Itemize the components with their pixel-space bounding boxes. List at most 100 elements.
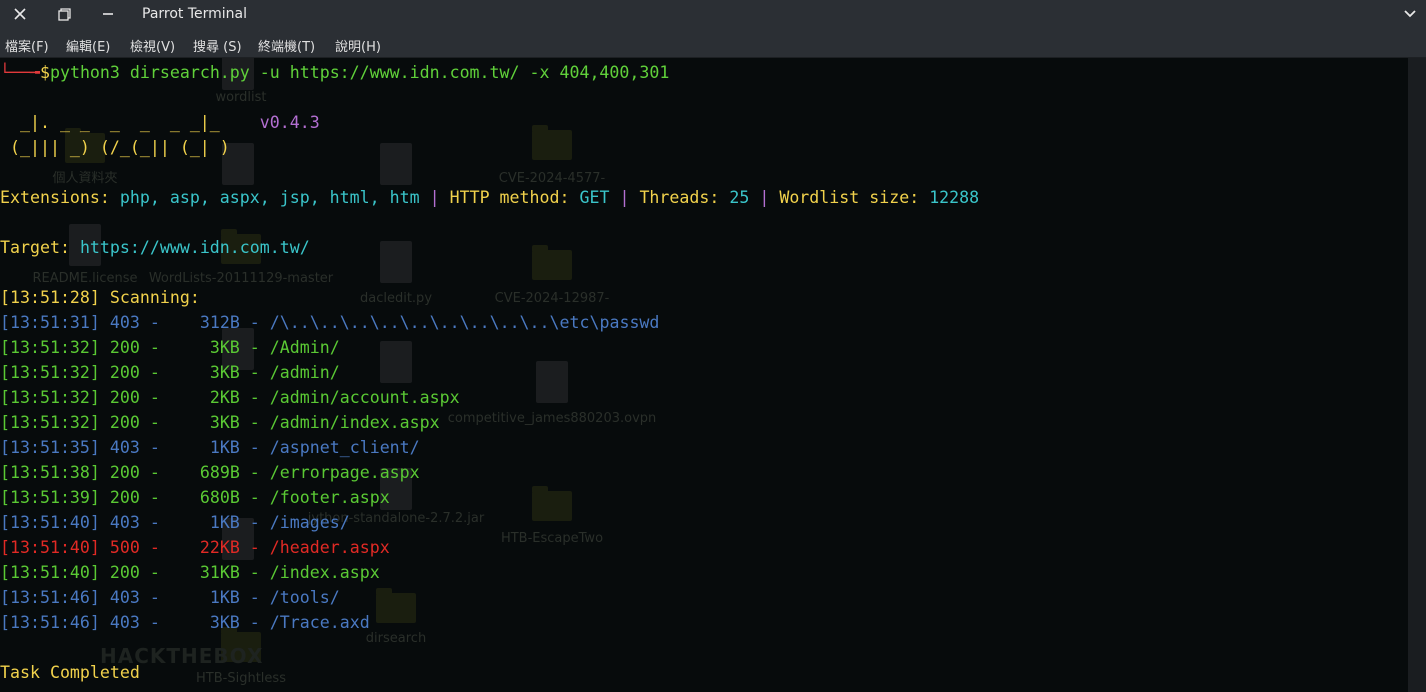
status-code: 403 [109,313,140,332]
result-path: /images/ [269,513,350,532]
result-row: [13:51:40] 403 - 1KB - /images/ [0,510,350,535]
timestamp: [13:51:32] [0,338,100,357]
scrollbar[interactable] [1408,58,1426,692]
separator: - [139,563,200,582]
command-text: python3 dirsearch.py -u https://www.idn.… [49,63,670,82]
restore-icon[interactable] [53,4,75,24]
file-icon [380,241,412,283]
result-path: /header.aspx [269,538,390,557]
scanning-label: Scanning: [99,288,200,307]
prompt-symbol: $ [39,63,50,82]
timestamp: [13:51:40] [0,538,100,557]
result-row: [13:51:38] 200 - 689B - /errorpage.aspx [0,460,420,485]
separator: - [239,313,270,332]
separator: | [609,188,640,207]
separator: - [239,438,270,457]
response-size: 689B [199,463,240,482]
wordlist-label: Wordlist size: [779,188,930,207]
wordlist-value: 12288 [929,188,980,207]
response-size: 680B [199,488,240,507]
timestamp: [13:51:46] [0,613,100,632]
result-row: [13:51:32] 200 - 3KB - /Admin/ [0,335,340,360]
menu-search[interactable]: 搜尋 (S) [193,36,242,55]
desktop-icon-label: dacledit.py [359,291,433,306]
folder-icon [376,588,416,623]
separator: | [419,188,450,207]
banner-art: (_||| _) (/_(_|| (_| ) [0,138,230,157]
desktop-icon-label: HTB-EscapeTwo [500,531,604,546]
scanning-line: [13:51:28] Scanning: [0,285,200,310]
close-icon[interactable] [9,4,31,24]
response-size: 3KB [209,413,240,432]
separator: - [239,488,270,507]
status-code: 500 [109,538,140,557]
result-path: /Trace.axd [269,613,370,632]
terminal-output[interactable]: wordlist 個人資料夾 CVE-2024-4577- README.lic… [0,58,1408,692]
separator: - [139,313,200,332]
status-code: 403 [109,513,140,532]
chevron-down-icon[interactable] [1399,4,1421,24]
version-label: v0.4.3 [259,113,320,132]
config-line: Extensions: php, asp, aspx, jsp, html, h… [0,185,979,210]
menu-edit[interactable]: 編輯(E) [66,36,110,55]
response-size: 3KB [209,613,240,632]
separator: - [139,363,210,382]
result-path: /tools/ [269,588,340,607]
separator [100,613,110,632]
window-titlebar: Parrot Terminal [0,0,1426,29]
banner-line-2: (_||| _) (/_(_|| (_| ) [0,135,230,160]
threads-label: Threads: [639,188,730,207]
separator: - [139,438,210,457]
menu-view[interactable]: 檢視(V) [130,36,175,55]
folder-icon [532,245,572,280]
response-size: 2KB [209,388,240,407]
file-icon [380,341,412,383]
menu-help[interactable]: 說明(H) [335,36,381,55]
result-path: /aspnet_client/ [269,438,420,457]
result-row: [13:51:46] 403 - 1KB - /tools/ [0,585,340,610]
response-size: 1KB [209,513,240,532]
timestamp: [13:51:38] [0,463,100,482]
separator [100,463,110,482]
status-code: 200 [109,388,140,407]
separator [100,563,110,582]
timestamp: [13:51:39] [0,488,100,507]
status-code: 200 [109,363,140,382]
minimize-icon[interactable] [97,4,119,24]
separator [100,488,110,507]
separator: - [139,463,200,482]
task-completed: Task Completed [0,663,140,682]
method-label: HTTP method: [449,188,580,207]
extensions-value: php, asp, aspx, jsp, html, htm [119,188,420,207]
result-row: [13:51:32] 200 - 2KB - /admin/account.as… [0,385,460,410]
method-value: GET [579,188,610,207]
result-path: /index.aspx [269,563,380,582]
result-row: [13:51:32] 200 - 3KB - /admin/index.aspx [0,410,440,435]
response-size: 3KB [209,363,240,382]
desktop-icon-label: CVE-2024-12987- [494,291,610,306]
file-icon [380,143,412,185]
response-size: 1KB [209,438,240,457]
separator [100,588,110,607]
result-row: [13:51:40] 200 - 31KB - /index.aspx [0,560,380,585]
result-path: /footer.aspx [269,488,390,507]
prompt-corner: └──╼ [0,63,40,82]
status-code: 403 [109,613,140,632]
result-path: /\..\..\..\..\..\..\..\..\..\etc\passwd [269,313,660,332]
folder-icon [221,627,261,662]
desktop-icon-label: competitive_james880203.ovpn [447,411,657,426]
separator [100,538,110,557]
separator: - [139,613,210,632]
timestamp: [13:51:40] [0,513,100,532]
desktop-icon-label: wordlist [215,90,267,105]
separator: - [239,513,270,532]
separator: - [239,388,270,407]
separator: - [239,563,270,582]
result-path: /errorpage.aspx [269,463,420,482]
timestamp: [13:51:28] [0,288,100,307]
menu-file[interactable]: 檔案(F) [5,36,49,55]
result-row: [13:51:31] 403 - 312B - /\..\..\..\..\..… [0,310,659,335]
menu-terminal[interactable]: 終端機(T) [258,36,315,55]
separator: - [139,338,210,357]
folder-icon [532,125,572,160]
